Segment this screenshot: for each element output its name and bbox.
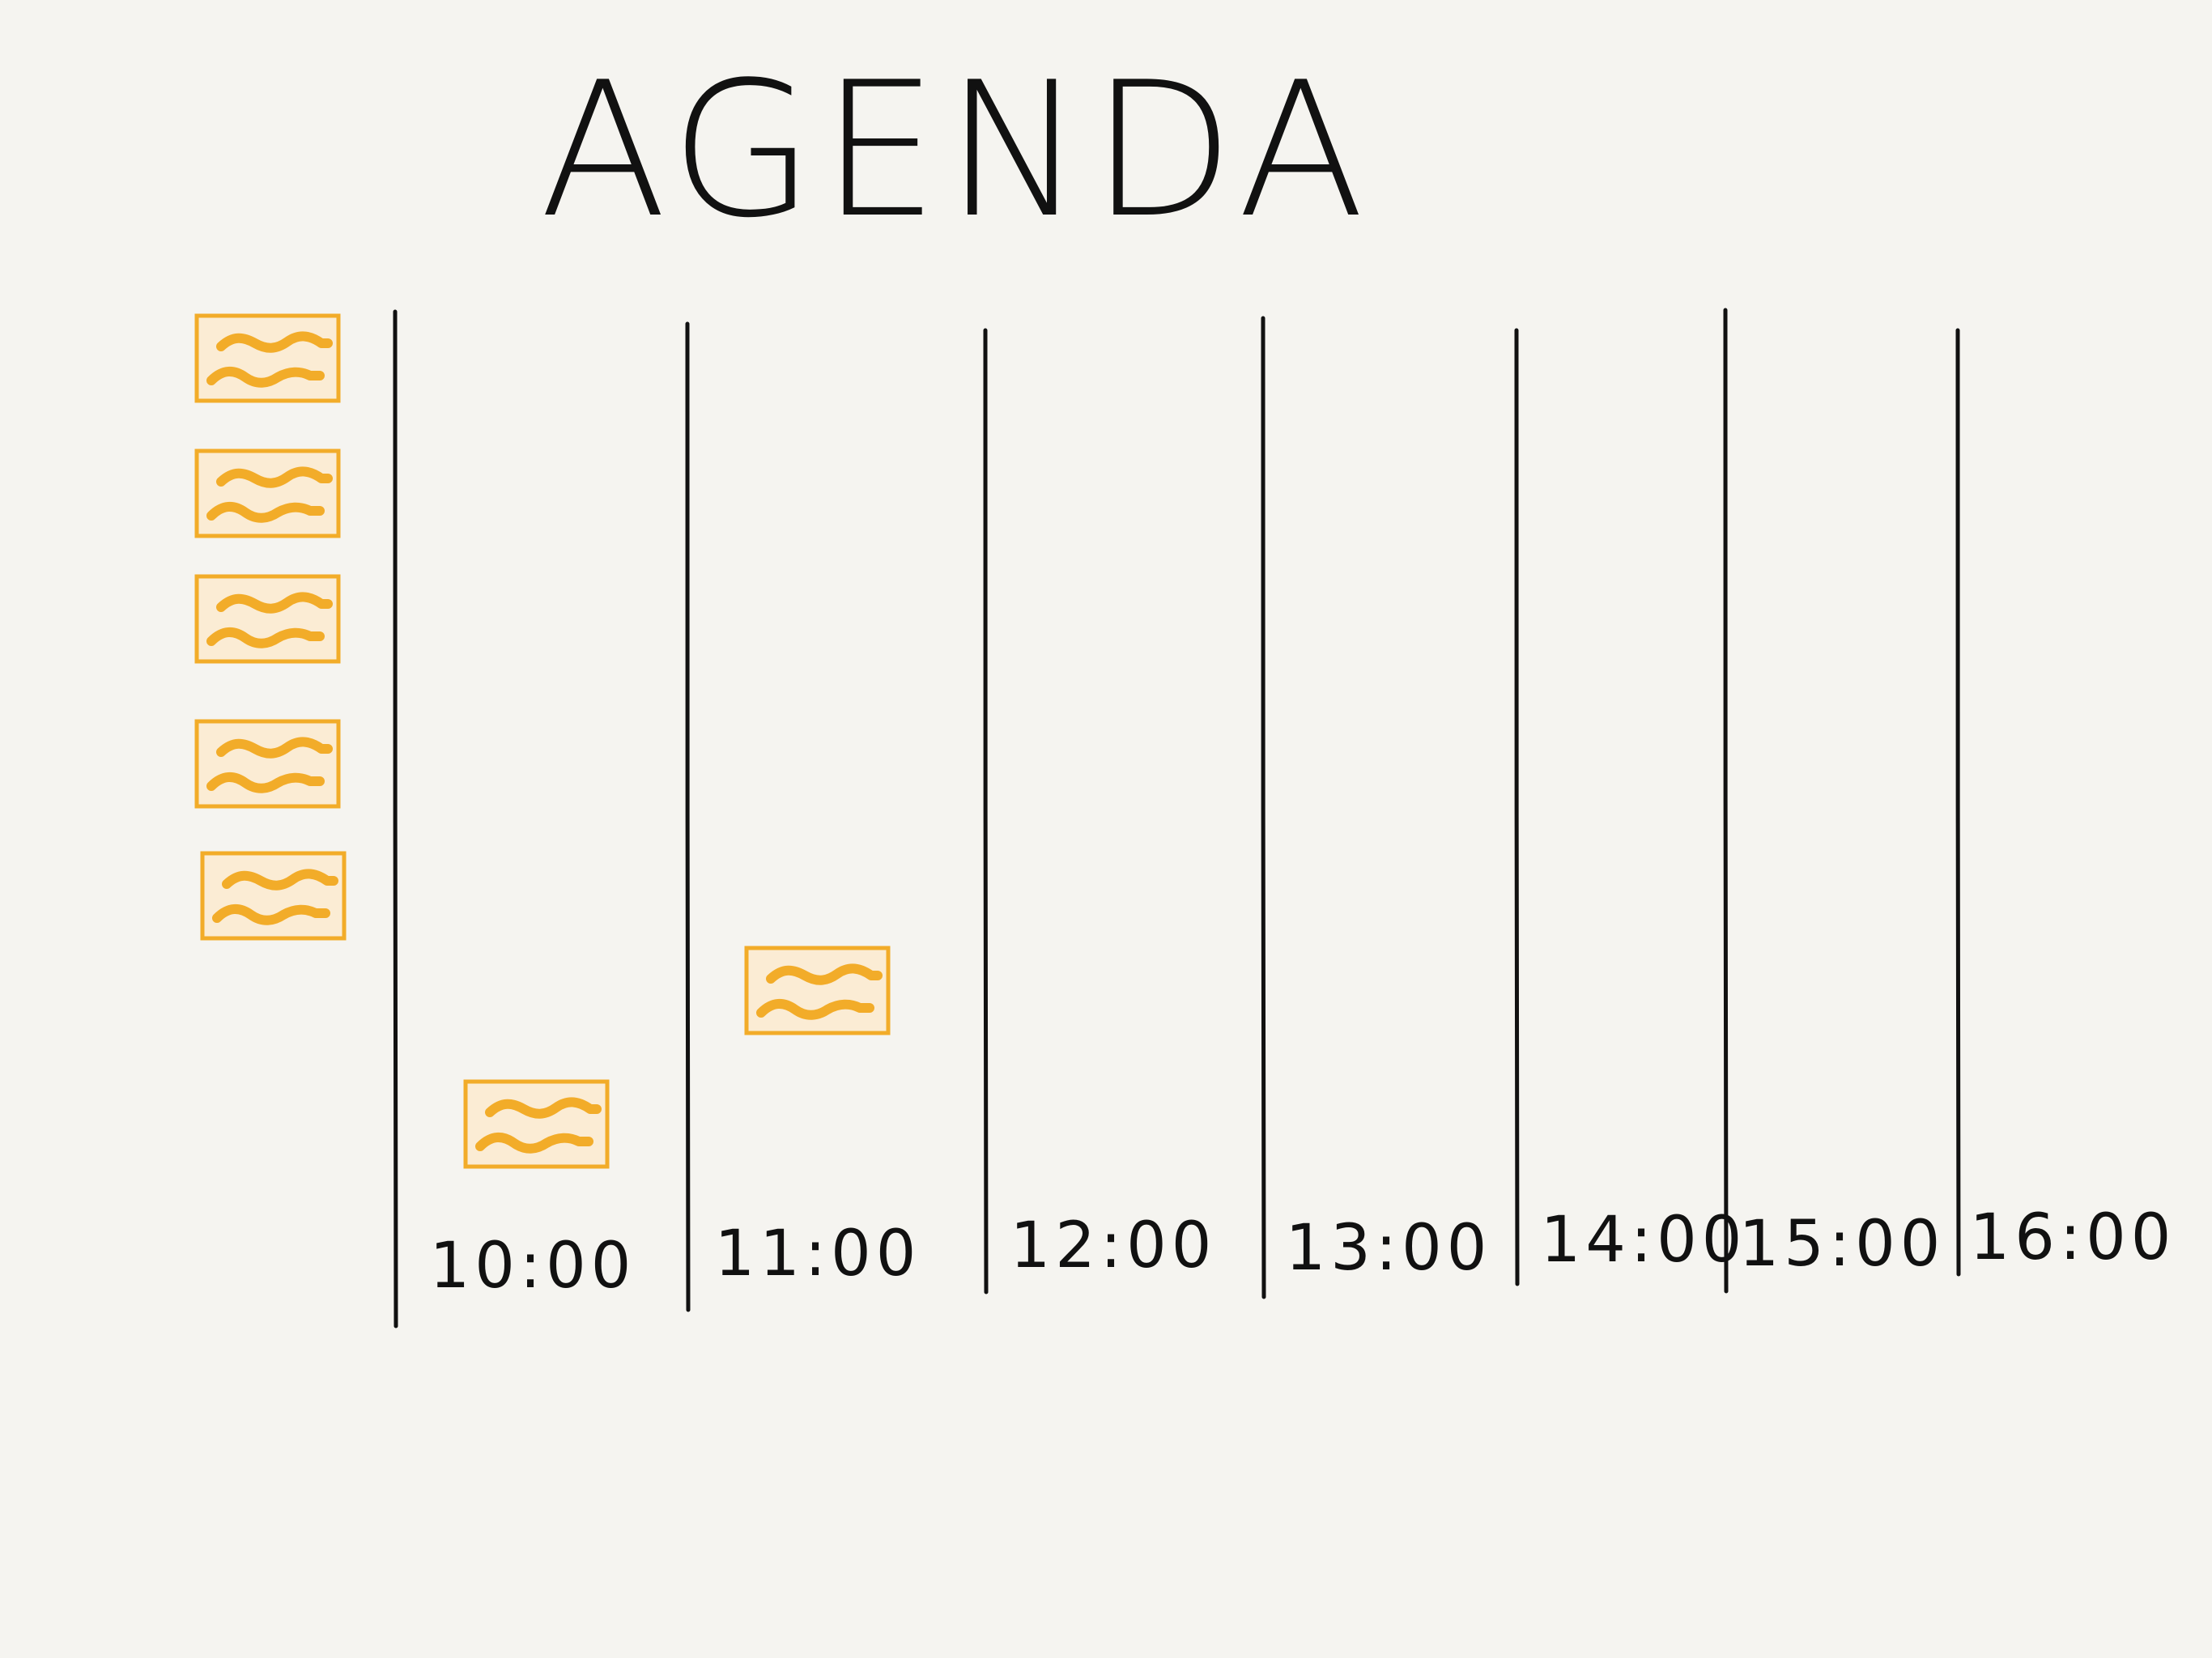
hour-divider-line (685, 321, 691, 1312)
card-frame (194, 574, 341, 664)
hour-divider-line (393, 309, 398, 1329)
time-label: 14:00 (1541, 1204, 1747, 1277)
time-label: 10:00 (430, 1230, 636, 1303)
hour-divider-line (983, 328, 989, 1295)
hour-divider-line (1723, 308, 1729, 1294)
card-frame (744, 946, 891, 1035)
hour-divider-line (1955, 328, 1961, 1277)
scheduled-card[interactable] (463, 1079, 610, 1169)
agenda-board: AGENDA 10:00 11:00 12:00 13:00 14:0015:00 16:… (194, 43, 2176, 1329)
scheduled-cards (463, 946, 891, 1169)
time-label: 13:00 (1286, 1212, 1492, 1285)
card-frame (194, 449, 341, 538)
card-frame (463, 1079, 610, 1169)
page-title: AGENDA (539, 43, 1371, 259)
scheduled-card[interactable] (744, 946, 891, 1035)
time-label: 12:00 (1010, 1209, 1217, 1282)
backlog-card[interactable] (194, 719, 341, 809)
time-label: 11:00 (715, 1218, 921, 1290)
hour-lines (393, 308, 1961, 1329)
backlog-card[interactable] (194, 313, 341, 403)
backlog-card[interactable] (200, 851, 347, 941)
time-label: 16:00 (1970, 1201, 2176, 1274)
card-frame (194, 313, 341, 403)
card-frame (194, 719, 341, 809)
backlog-card[interactable] (194, 449, 341, 538)
card-frame (200, 851, 347, 941)
hour-divider-line (1514, 328, 1520, 1286)
backlog-card[interactable] (194, 574, 341, 664)
backlog-cards (194, 313, 347, 941)
hour-divider-line (1261, 316, 1266, 1299)
time-labels: 10:00 11:00 12:00 13:00 14:0015:00 16:00 (430, 1201, 2176, 1303)
time-label: 15:00 (1739, 1208, 1946, 1281)
